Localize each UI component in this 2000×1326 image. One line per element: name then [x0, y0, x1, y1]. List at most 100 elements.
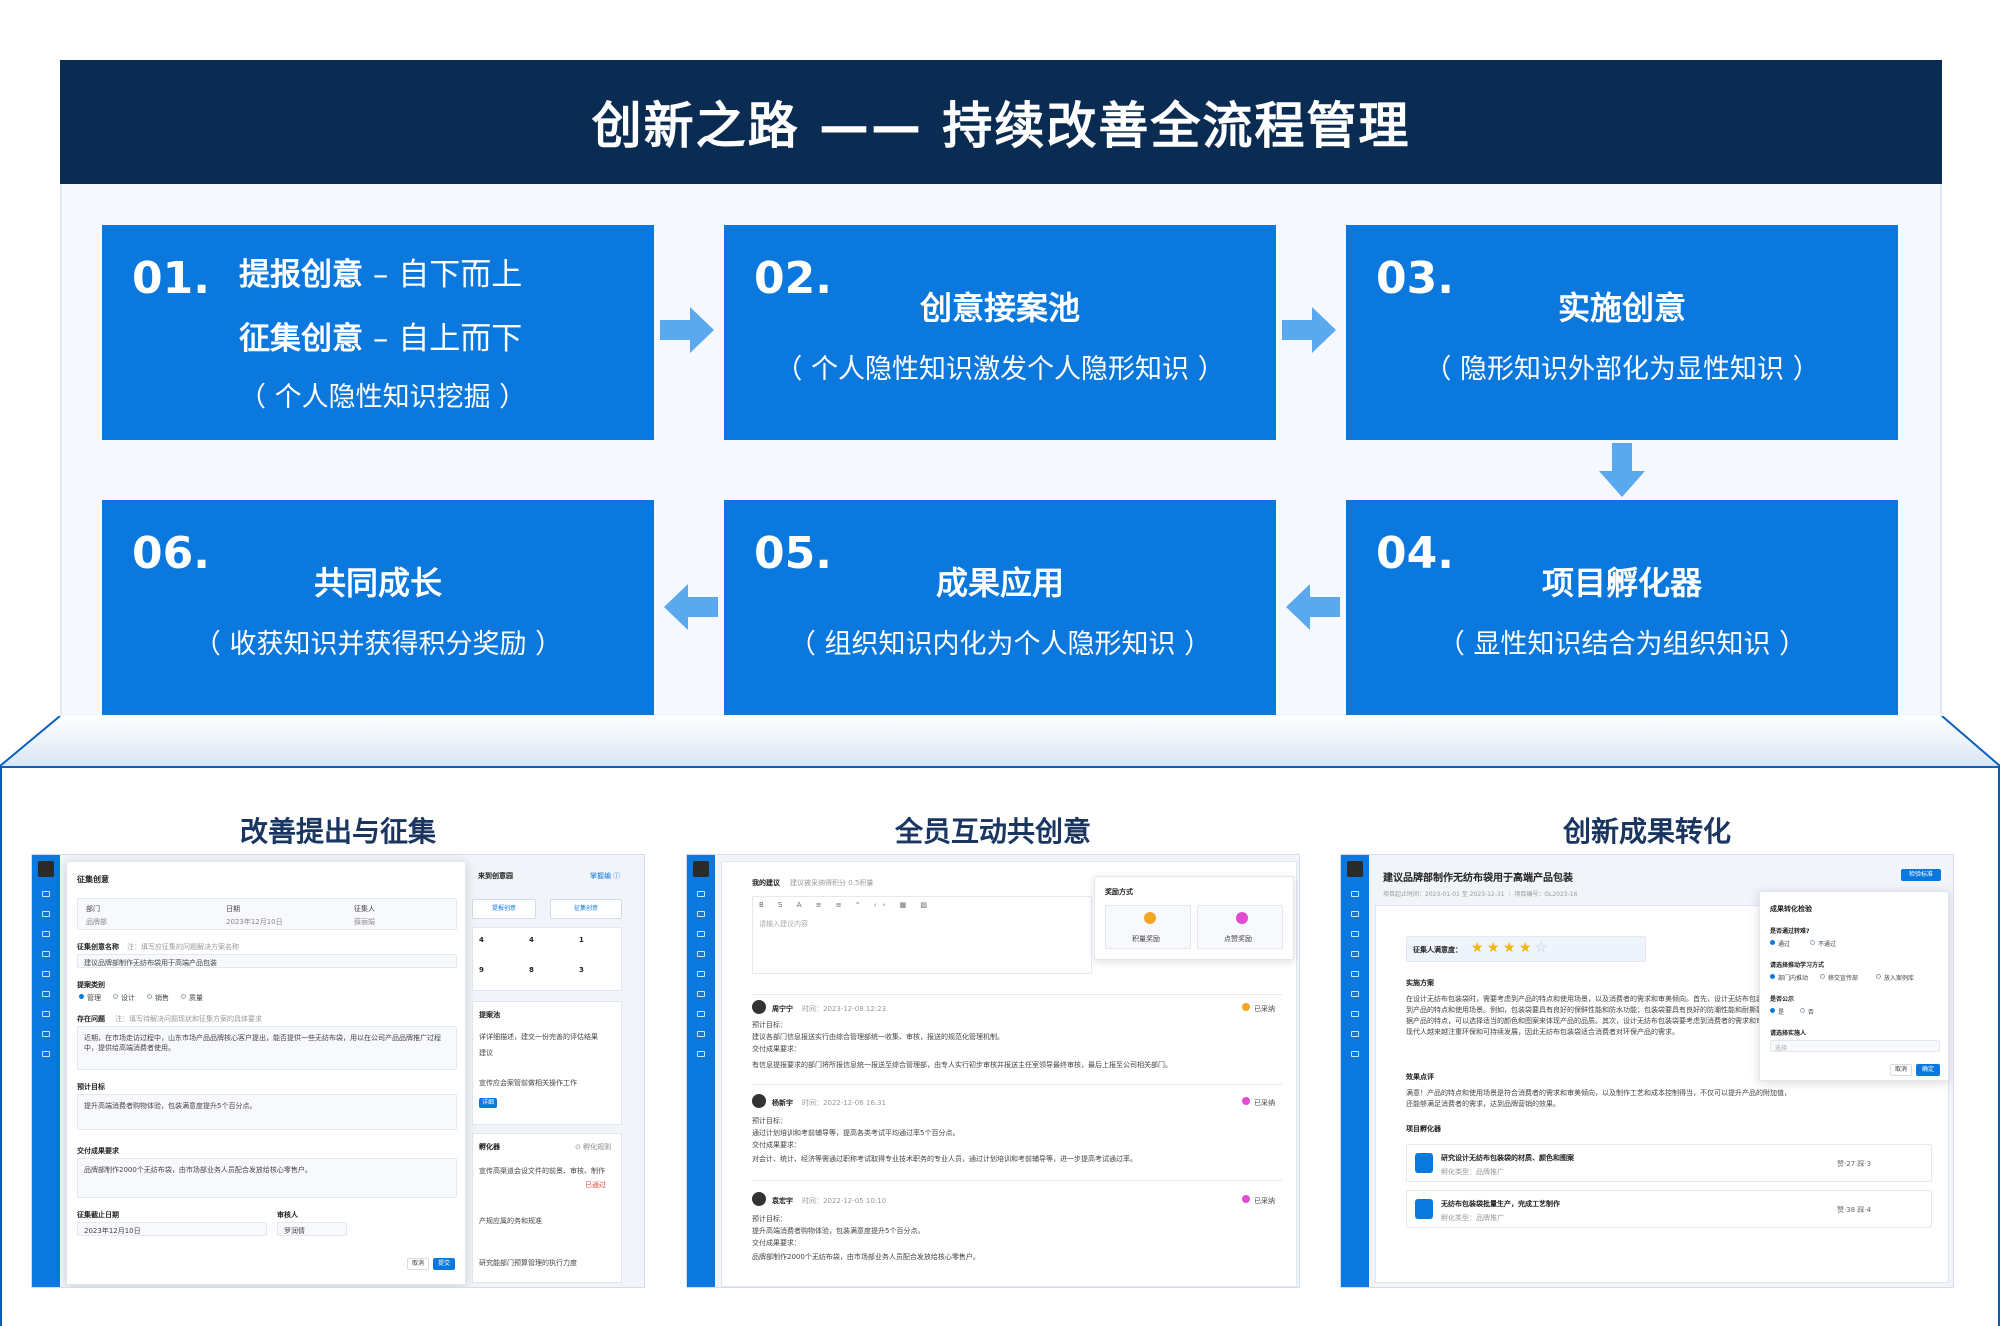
confirm-button[interactable]: 确定 — [1916, 1064, 1940, 1076]
type-radio[interactable] — [113, 994, 118, 999]
nav-stats-icon[interactable] — [1351, 1051, 1359, 1057]
nav-share-icon[interactable] — [42, 951, 50, 957]
info-row: 部门 日期 征集人 品牌部 2023年12月10日 薛丽娟 — [77, 898, 457, 930]
person-value: 薛丽娟 — [354, 918, 375, 926]
type-radio[interactable] — [181, 994, 186, 999]
reward-points-option[interactable]: 积量奖励 — [1105, 905, 1191, 949]
nav-doc-icon[interactable] — [42, 1011, 50, 1017]
incubator-item[interactable]: 研究能部门预算管理的执行力度 — [479, 1258, 619, 1268]
incubator-item[interactable]: 无纺布包装袋批量生产，完成工艺制作 孵化类型：品牌推广 赞·38 踩·4 — [1406, 1190, 1932, 1228]
nav-settings-icon[interactable] — [697, 971, 705, 977]
step-line-3: （ 个人隐性知识挖掘 ） — [239, 382, 527, 413]
user-avatar — [752, 1000, 766, 1014]
nav-chart-icon[interactable] — [697, 991, 705, 997]
pool-item[interactable]: 建议 — [479, 1048, 493, 1058]
nav-doc-icon[interactable] — [1351, 1011, 1359, 1017]
deliver-textarea[interactable]: 品牌部制作2000个无纺布袋，由市场部业务人员配合发放给核心零售户。 — [77, 1158, 457, 1198]
comment-time: 时间：2022-12-05 10:10 — [802, 1197, 887, 1205]
screen-b: 我的建议 建议被采纳得积分 0.5积量 B S A ≡ ≡ “ ‹› ▦ ▨ 请… — [686, 854, 1300, 1288]
screen-a: 来到创意园 掌握编 ⓘ 提报创意 征集创意 4 4 1 9 8 3 提案池 详详… — [31, 854, 645, 1288]
avatar[interactable] — [693, 861, 709, 877]
adopted-tag: 已采纳 — [1254, 1197, 1275, 1205]
nav-stats-icon[interactable] — [697, 1051, 705, 1057]
nav-list-icon[interactable] — [1351, 1031, 1359, 1037]
nav-idea-icon[interactable] — [1351, 911, 1359, 917]
nav-user-icon[interactable] — [1351, 931, 1359, 937]
pool-item[interactable]: 宣传应会案管前做相关操作工作 — [479, 1078, 619, 1088]
nav-stats-icon[interactable] — [42, 1051, 50, 1057]
nav-idea-icon[interactable] — [42, 911, 50, 917]
q1-label: 是否通过转难? — [1770, 928, 1810, 935]
type-option: 质量 — [189, 994, 203, 1002]
nav-user-icon[interactable] — [697, 931, 705, 937]
name-input[interactable]: 建议品牌部制作无纺布袋用于高端产品包装 — [77, 954, 457, 968]
adopted-icon — [1242, 1195, 1250, 1203]
stat-value: 4 — [479, 936, 484, 944]
nav-list-icon[interactable] — [42, 1031, 50, 1037]
arrow-right-icon — [1282, 307, 1336, 353]
nav-home-icon[interactable] — [1351, 891, 1359, 897]
nav-idea-icon[interactable] — [697, 911, 705, 917]
nav-chart-icon[interactable] — [1351, 991, 1359, 997]
nav-list-icon[interactable] — [697, 1031, 705, 1037]
implementer-select[interactable]: 选择 — [1770, 1040, 1940, 1052]
check-standard-button[interactable]: 检验标准 — [1901, 869, 1941, 881]
incubator-item[interactable]: 研究设计无纺布包装袋的材质、颜色和图案 孵化类型：品牌推广 赞·27 踩·3 — [1406, 1144, 1932, 1182]
nav-share-icon[interactable] — [1351, 951, 1359, 957]
q3-radio[interactable] — [1770, 1008, 1775, 1013]
goal-textarea[interactable]: 提升高端消费者购物体验，包装满意度提升5个百分点。 — [77, 1094, 457, 1130]
q2-radio[interactable] — [1876, 974, 1881, 979]
deadline-select[interactable]: 2023年12月10日 — [77, 1222, 267, 1236]
submit-button[interactable]: 提交 — [433, 1258, 455, 1270]
suggestion-editor[interactable]: B S A ≡ ≡ “ ‹› ▦ ▨ 请输入建议内容 — [752, 896, 1092, 974]
goal-text: 提升高端消费者购物体验，包装满意度提升5个百分点。 — [84, 1102, 257, 1110]
nav-settings-icon[interactable] — [42, 971, 50, 977]
nav-settings-icon[interactable] — [1351, 971, 1359, 977]
type-radio[interactable] — [79, 994, 84, 999]
incubator-item[interactable]: 产规应属的务和规准 — [479, 1216, 619, 1226]
star-icon: ★ — [1519, 940, 1532, 956]
page-root: 创新之路 —— 持续改善全流程管理 01. 提报创意 – 自下而上 征集创意 –… — [0, 0, 2000, 1326]
reviewer-select[interactable]: 罗润倩 — [277, 1222, 347, 1236]
q1-option: 通过 — [1778, 941, 1791, 948]
q1-radio[interactable] — [1770, 940, 1775, 945]
incubator-title: 孵化器 — [479, 1143, 500, 1151]
person-label: 征集人 — [354, 905, 375, 913]
pool-item[interactable]: 详详细描述，建交一份完善的评估结果 — [479, 1032, 619, 1042]
nav-share-icon[interactable] — [697, 951, 705, 957]
my-suggestion-title: 我的建议 — [752, 879, 780, 887]
nav-home-icon[interactable] — [42, 891, 50, 897]
editor-toolbar[interactable]: B S A ≡ ≡ “ ‹› ▦ ▨ — [759, 901, 933, 909]
type-option: 销售 — [155, 994, 169, 1002]
collect-idea-button[interactable]: 征集创意 — [550, 899, 622, 919]
type-radio[interactable] — [147, 994, 152, 999]
deliver-label: 交付成果要求： — [752, 1045, 801, 1053]
star-icon: ★ — [1503, 940, 1516, 956]
incubator-rules-link[interactable]: ⊙ 孵化规则 — [575, 1142, 611, 1152]
nav-chart-icon[interactable] — [42, 991, 50, 997]
panel-connector — [0, 716, 2000, 767]
nav-user-icon[interactable] — [42, 931, 50, 937]
nav-home-icon[interactable] — [697, 891, 705, 897]
avatar[interactable] — [38, 861, 54, 877]
nav-doc-icon[interactable] — [697, 1011, 705, 1017]
type-label: 提案类别 — [77, 981, 105, 989]
step-title: 共同成长 — [313, 564, 442, 602]
q1-radio[interactable] — [1810, 940, 1815, 945]
avatar[interactable] — [1347, 861, 1363, 877]
reward-label: 积量奖励 — [1132, 935, 1160, 943]
satisfaction-row: 征集人满意度： ★ ★ ★ ★ ☆ — [1406, 936, 1646, 962]
right-link[interactable]: 掌握编 ⓘ — [590, 871, 620, 881]
reward-like-option[interactable]: 点赞奖励 — [1197, 905, 1283, 949]
q2-radio[interactable] — [1770, 974, 1775, 979]
submit-idea-button[interactable]: 提报创意 — [472, 899, 536, 919]
q2-radio[interactable] — [1820, 974, 1825, 979]
incubator-item[interactable]: 宣传高渠道会设文件的前景、审核、制作 — [479, 1166, 619, 1176]
q2-option: 放入案例库 — [1884, 975, 1915, 982]
problem-textarea[interactable]: 近期，在市场走访过程中，山东市场产品品牌核心客户提出，能否提供一些无纺布袋，用以… — [77, 1026, 457, 1070]
q3-radio[interactable] — [1800, 1008, 1805, 1013]
cancel-button[interactable]: 取消 — [407, 1258, 429, 1270]
star-empty-icon: ☆ — [1535, 940, 1548, 956]
step-subtitle: （ 组织知识内化为个人隐形知识 ） — [788, 629, 1212, 660]
cancel-button[interactable]: 取消 — [1890, 1064, 1912, 1076]
